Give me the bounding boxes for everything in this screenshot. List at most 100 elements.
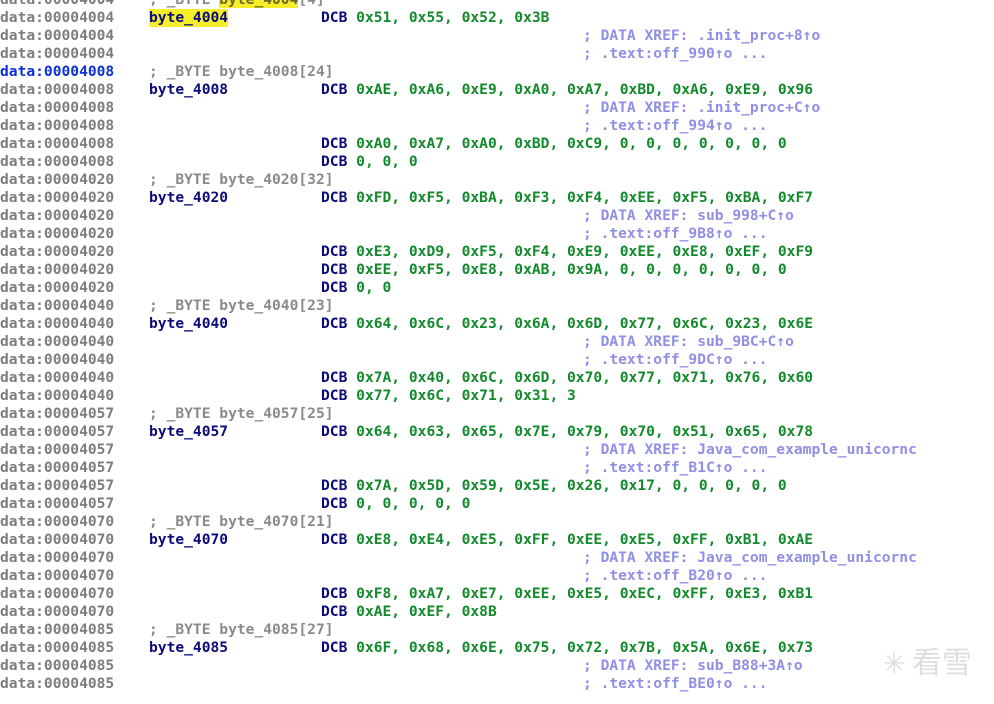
- address[interactable]: data:00004020: [0, 243, 114, 261]
- address[interactable]: data:00004020: [0, 225, 114, 243]
- listing-row[interactable]: data:00004057 ; DATA XREF: Java_com_examp…: [0, 441, 994, 459]
- listing-row[interactable]: data:00004020 DCB 0, 0: [0, 279, 994, 297]
- symbol-name[interactable]: byte_4008: [219, 63, 298, 80]
- data-label[interactable]: byte_4008: [149, 81, 228, 99]
- address[interactable]: data:00004004: [0, 0, 114, 9]
- data-label[interactable]: byte_4004: [149, 9, 229, 27]
- listing-row[interactable]: data:00004057 DCB 0, 0, 0, 0, 0: [0, 495, 994, 513]
- listing-row[interactable]: data:00004085 ; DATA XREF: sub_B88+3A↑o: [0, 657, 994, 675]
- symbol-name[interactable]: byte_4085: [219, 621, 298, 638]
- listing-row[interactable]: data:00004008 DCB 0xA0, 0xA7, 0xA0, 0xBD,…: [0, 135, 994, 153]
- listing-row[interactable]: data:00004040 ; DATA XREF: sub_9BC+C↑o: [0, 333, 994, 351]
- listing-row[interactable]: data:00004004 ; _BYTE byte_4004[4]: [0, 0, 994, 9]
- listing-row[interactable]: data:00004004 ; .text:off_990↑o ...: [0, 45, 994, 63]
- address[interactable]: data:00004040: [0, 351, 114, 369]
- disassembly-listing[interactable]: data:00004004; _BYTE byte_4004[4]data:00…: [0, 0, 994, 693]
- address[interactable]: data:00004070: [0, 531, 114, 549]
- byte-values[interactable]: 0x7A, 0x5D, 0x59, 0x5E, 0x26, 0x17, 0, 0…: [356, 477, 787, 494]
- xref-comment[interactable]: ; .text:off_BE0↑o ...: [583, 675, 768, 693]
- listing-row[interactable]: data:00004040 ; _BYTE byte_4040[23]: [0, 297, 994, 315]
- byte-values[interactable]: 0x64, 0x6C, 0x23, 0x6A, 0x6D, 0x77, 0x6C…: [356, 315, 813, 332]
- listing-row[interactable]: data:00004004 byte_4004 DCB 0x51, 0x55, 0x…: [0, 9, 994, 27]
- byte-values[interactable]: 0xF8, 0xA7, 0xE7, 0xEE, 0xE5, 0xEC, 0xFF…: [356, 585, 813, 602]
- xref-comment[interactable]: ; .text:off_994↑o ...: [583, 117, 768, 135]
- address[interactable]: data:00004057: [0, 477, 114, 495]
- address[interactable]: data:00004008: [0, 153, 114, 171]
- listing-row[interactable]: data:00004085 byte_4085 DCB 0x6F, 0x68, 0x…: [0, 639, 994, 657]
- data-label[interactable]: byte_4020: [149, 189, 228, 207]
- address[interactable]: data:00004020: [0, 189, 114, 207]
- symbol-name[interactable]: byte_4070: [219, 513, 298, 530]
- byte-values[interactable]: 0xFD, 0xF5, 0xBA, 0xF3, 0xF4, 0xEE, 0xF5…: [356, 189, 813, 206]
- listing-row[interactable]: data:00004040 byte_4040 DCB 0x64, 0x6C, 0x…: [0, 315, 994, 333]
- address[interactable]: data:00004085: [0, 675, 114, 693]
- address[interactable]: data:00004070: [0, 603, 114, 621]
- symbol-name[interactable]: byte_4004: [219, 0, 299, 8]
- symbol-name[interactable]: byte_4040: [219, 297, 298, 314]
- xref-comment[interactable]: ; DATA XREF: sub_998+C↑o: [583, 207, 794, 225]
- xref-comment[interactable]: ; DATA XREF: sub_9BC+C↑o: [583, 333, 794, 351]
- address[interactable]: data:00004020: [0, 207, 114, 225]
- symbol-name[interactable]: byte_4020: [219, 171, 298, 188]
- address[interactable]: data:00004057: [0, 495, 114, 513]
- address[interactable]: data:00004020: [0, 279, 114, 297]
- address[interactable]: data:00004040: [0, 387, 114, 405]
- byte-values[interactable]: 0x7A, 0x40, 0x6C, 0x6D, 0x70, 0x77, 0x71…: [356, 369, 813, 386]
- data-label[interactable]: byte_4040: [149, 315, 228, 333]
- address[interactable]: data:00004008: [0, 117, 114, 135]
- address[interactable]: data:00004008: [0, 135, 114, 153]
- byte-values[interactable]: 0xAE, 0xEF, 0x8B: [356, 603, 497, 620]
- data-label[interactable]: byte_4070: [149, 531, 228, 549]
- byte-values[interactable]: 0x51, 0x55, 0x52, 0x3B: [356, 9, 549, 26]
- address[interactable]: data:00004008: [0, 63, 114, 81]
- listing-row[interactable]: data:00004070 ; .text:off_B20↑o ...: [0, 567, 994, 585]
- xref-comment[interactable]: ; DATA XREF: sub_B88+3A↑o: [583, 657, 803, 675]
- listing-row[interactable]: data:00004057 byte_4057 DCB 0x64, 0x63, 0x…: [0, 423, 994, 441]
- address[interactable]: data:00004057: [0, 405, 114, 423]
- listing-row[interactable]: data:00004040 DCB 0x7A, 0x40, 0x6C, 0x6D,…: [0, 369, 994, 387]
- xref-comment[interactable]: ; .text:off_9B8↑o ...: [583, 225, 768, 243]
- address[interactable]: data:00004070: [0, 567, 114, 585]
- address[interactable]: data:00004004: [0, 45, 114, 63]
- byte-values[interactable]: 0, 0, 0, 0, 0: [356, 495, 470, 512]
- byte-values[interactable]: 0x6F, 0x68, 0x6E, 0x75, 0x72, 0x7B, 0x5A…: [356, 639, 813, 656]
- address[interactable]: data:00004057: [0, 459, 114, 477]
- address[interactable]: data:00004040: [0, 315, 114, 333]
- address[interactable]: data:00004004: [0, 27, 114, 45]
- listing-row[interactable]: data:00004070 ; DATA XREF: Java_com_examp…: [0, 549, 994, 567]
- address[interactable]: data:00004020: [0, 171, 114, 189]
- listing-row[interactable]: data:00004008 ; _BYTE byte_4008[24]: [0, 63, 994, 81]
- listing-row[interactable]: data:00004085 ; _BYTE byte_4085[27]: [0, 621, 994, 639]
- byte-values[interactable]: 0xAE, 0xA6, 0xE9, 0xA0, 0xA7, 0xBD, 0xA6…: [356, 81, 813, 98]
- address[interactable]: data:00004004: [0, 9, 114, 27]
- address[interactable]: data:00004040: [0, 333, 114, 351]
- listing-row[interactable]: data:00004008 ; .text:off_994↑o ...: [0, 117, 994, 135]
- listing-row[interactable]: data:00004020 byte_4020 DCB 0xFD, 0xF5, 0x…: [0, 189, 994, 207]
- listing-row[interactable]: data:00004057 ; .text:off_B1C↑o ...: [0, 459, 994, 477]
- address[interactable]: data:00004070: [0, 549, 114, 567]
- listing-row[interactable]: data:00004020 ; .text:off_9B8↑o ...: [0, 225, 994, 243]
- xref-comment[interactable]: ; DATA XREF: Java_com_example_unicornc: [583, 441, 917, 459]
- listing-row[interactable]: data:00004008 ; DATA XREF: .init_proc+C↑o: [0, 99, 994, 117]
- listing-row[interactable]: data:00004008 DCB 0, 0, 0: [0, 153, 994, 171]
- address[interactable]: data:00004085: [0, 621, 114, 639]
- address[interactable]: data:00004070: [0, 513, 114, 531]
- listing-row[interactable]: data:00004070 byte_4070 DCB 0xE8, 0xE4, 0x…: [0, 531, 994, 549]
- address[interactable]: data:00004020: [0, 261, 114, 279]
- data-label[interactable]: byte_4057: [149, 423, 228, 441]
- address[interactable]: data:00004040: [0, 369, 114, 387]
- address[interactable]: data:00004057: [0, 423, 114, 441]
- symbol-name[interactable]: byte_4057: [219, 405, 298, 422]
- xref-comment[interactable]: ; .text:off_990↑o ...: [583, 45, 768, 63]
- listing-row[interactable]: data:00004040 ; .text:off_9DC↑o ...: [0, 351, 994, 369]
- address[interactable]: data:00004057: [0, 441, 114, 459]
- xref-comment[interactable]: ; .text:off_B1C↑o ...: [583, 459, 768, 477]
- address[interactable]: data:00004070: [0, 585, 114, 603]
- byte-values[interactable]: 0x64, 0x63, 0x65, 0x7E, 0x79, 0x70, 0x51…: [356, 423, 813, 440]
- byte-values[interactable]: 0xE3, 0xD9, 0xF5, 0xF4, 0xE9, 0xEE, 0xE8…: [356, 243, 813, 260]
- listing-row[interactable]: data:00004020 DCB 0xEE, 0xF5, 0xE8, 0xAB,…: [0, 261, 994, 279]
- xref-comment[interactable]: ; DATA XREF: Java_com_example_unicornc: [583, 549, 917, 567]
- xref-comment[interactable]: ; .text:off_B20↑o ...: [583, 567, 768, 585]
- listing-row[interactable]: data:00004057 DCB 0x7A, 0x5D, 0x59, 0x5E,…: [0, 477, 994, 495]
- byte-values[interactable]: 0, 0: [356, 279, 391, 296]
